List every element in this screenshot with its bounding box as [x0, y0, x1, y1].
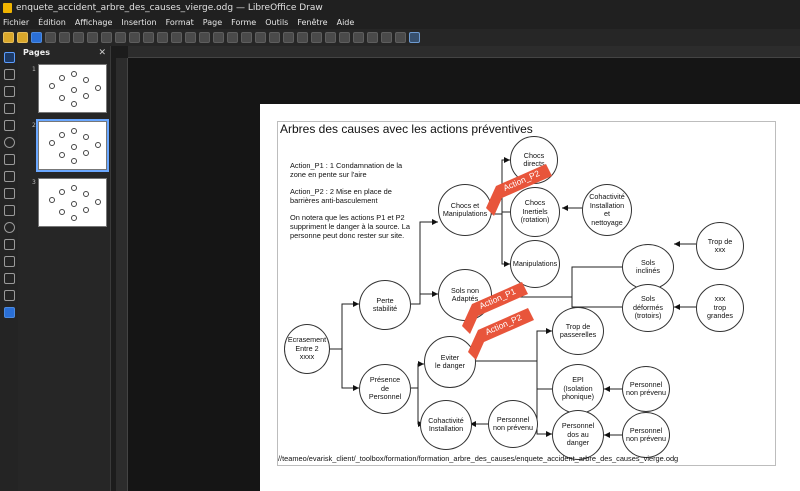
- select-arrow-icon[interactable]: [3, 52, 15, 63]
- chart-icon[interactable]: [283, 32, 294, 43]
- menu-forme[interactable]: Forme: [231, 16, 256, 29]
- flowchart-icon[interactable]: [3, 256, 15, 267]
- basic-shapes-icon[interactable]: [3, 205, 15, 216]
- show-draw-functions-icon[interactable]: [409, 32, 420, 43]
- menu-affichage[interactable]: Affichage: [75, 16, 113, 29]
- 3d-objects-icon[interactable]: [3, 307, 15, 318]
- export-icon[interactable]: [45, 32, 56, 43]
- page-thumbnail-2[interactable]: [36, 119, 109, 172]
- menu-fichier[interactable]: Fichier: [3, 16, 29, 29]
- toggle-extrusion-icon[interactable]: [395, 32, 406, 43]
- block-arrows-icon[interactable]: [3, 239, 15, 250]
- print-icon[interactable]: [73, 32, 84, 43]
- grid-icon[interactable]: [171, 32, 182, 43]
- symbol-shapes-icon[interactable]: [3, 222, 15, 233]
- helplines-icon[interactable]: [185, 32, 196, 43]
- menu-aide[interactable]: Aide: [337, 16, 355, 29]
- window-titlebar: enquete_accident_arbre_des_causes_vierge…: [0, 0, 800, 16]
- curve-tool-icon[interactable]: [3, 171, 15, 182]
- ellipse-tool-icon[interactable]: [3, 137, 15, 148]
- zoom-icon[interactable]: [199, 32, 210, 43]
- image-icon[interactable]: [269, 32, 280, 43]
- line-color-icon[interactable]: [3, 69, 15, 80]
- special-character-icon[interactable]: [241, 32, 252, 43]
- crop-icon[interactable]: [353, 32, 364, 43]
- standard-toolbar: [0, 29, 800, 46]
- callout-shapes-icon[interactable]: [3, 273, 15, 284]
- drawing-page[interactable]: Arbres des causes avec les actions préve…: [260, 104, 800, 491]
- shadow-icon[interactable]: [339, 32, 350, 43]
- vertical-ruler[interactable]: [116, 58, 128, 491]
- connector-tool-icon[interactable]: [3, 188, 15, 199]
- menu-fenetre[interactable]: Fenêtre: [297, 16, 327, 29]
- page-thumb-number: 3: [32, 179, 36, 186]
- menu-outils[interactable]: Outils: [265, 16, 288, 29]
- close-panel-icon[interactable]: ✕: [98, 48, 106, 58]
- action-tags: [462, 164, 552, 360]
- star-shapes-icon[interactable]: [3, 290, 15, 301]
- pages-panel: Pages ✕ 1 2 3: [18, 46, 111, 491]
- page-thumb-number: 1: [32, 66, 36, 73]
- new-document-icon[interactable]: [3, 32, 14, 43]
- page-thumbnail-3[interactable]: [38, 178, 107, 227]
- table-icon[interactable]: [255, 32, 266, 43]
- paste-icon[interactable]: [115, 32, 126, 43]
- undo-icon[interactable]: [143, 32, 154, 43]
- rectangle-tool-icon[interactable]: [3, 120, 15, 131]
- glue-points-icon[interactable]: [381, 32, 392, 43]
- export-pdf-icon[interactable]: [59, 32, 70, 43]
- open-folder-icon[interactable]: [17, 32, 28, 43]
- pages-panel-title: Pages: [23, 48, 50, 57]
- arrange-icon[interactable]: [325, 32, 336, 43]
- menu-edition[interactable]: Édition: [38, 16, 66, 29]
- drawing-canvas[interactable]: Arbres des causes avec les actions préve…: [128, 58, 800, 491]
- clone-formatting-icon[interactable]: [129, 32, 140, 43]
- redo-icon[interactable]: [157, 32, 168, 43]
- horizontal-ruler[interactable]: [128, 46, 800, 58]
- file-path-text: //teameo/evarisk_client/_toolbox/formati…: [278, 454, 679, 463]
- page-thumbnail-1[interactable]: [38, 64, 107, 113]
- transform-icon[interactable]: [297, 32, 308, 43]
- fontwork-icon[interactable]: [227, 32, 238, 43]
- window-title: enquete_accident_arbre_des_causes_vierge…: [16, 3, 323, 13]
- drawing-toolbar: [0, 46, 18, 491]
- menu-format[interactable]: Format: [166, 16, 194, 29]
- points-icon[interactable]: [367, 32, 378, 43]
- save-icon[interactable]: [31, 32, 42, 43]
- text-box-icon[interactable]: [213, 32, 224, 43]
- arrow-line-icon[interactable]: [3, 154, 15, 165]
- fill-color-icon[interactable]: [3, 86, 15, 97]
- menu-bar: Fichier Édition Affichage Insertion Form…: [0, 16, 800, 29]
- draw-app-icon: [3, 3, 12, 13]
- page-thumb-number: 2: [32, 122, 36, 129]
- menu-insertion[interactable]: Insertion: [121, 16, 156, 29]
- menu-page[interactable]: Page: [203, 16, 222, 29]
- line-tool-icon[interactable]: [3, 103, 15, 114]
- copy-icon[interactable]: [101, 32, 112, 43]
- align-icon[interactable]: [311, 32, 322, 43]
- cut-icon[interactable]: [87, 32, 98, 43]
